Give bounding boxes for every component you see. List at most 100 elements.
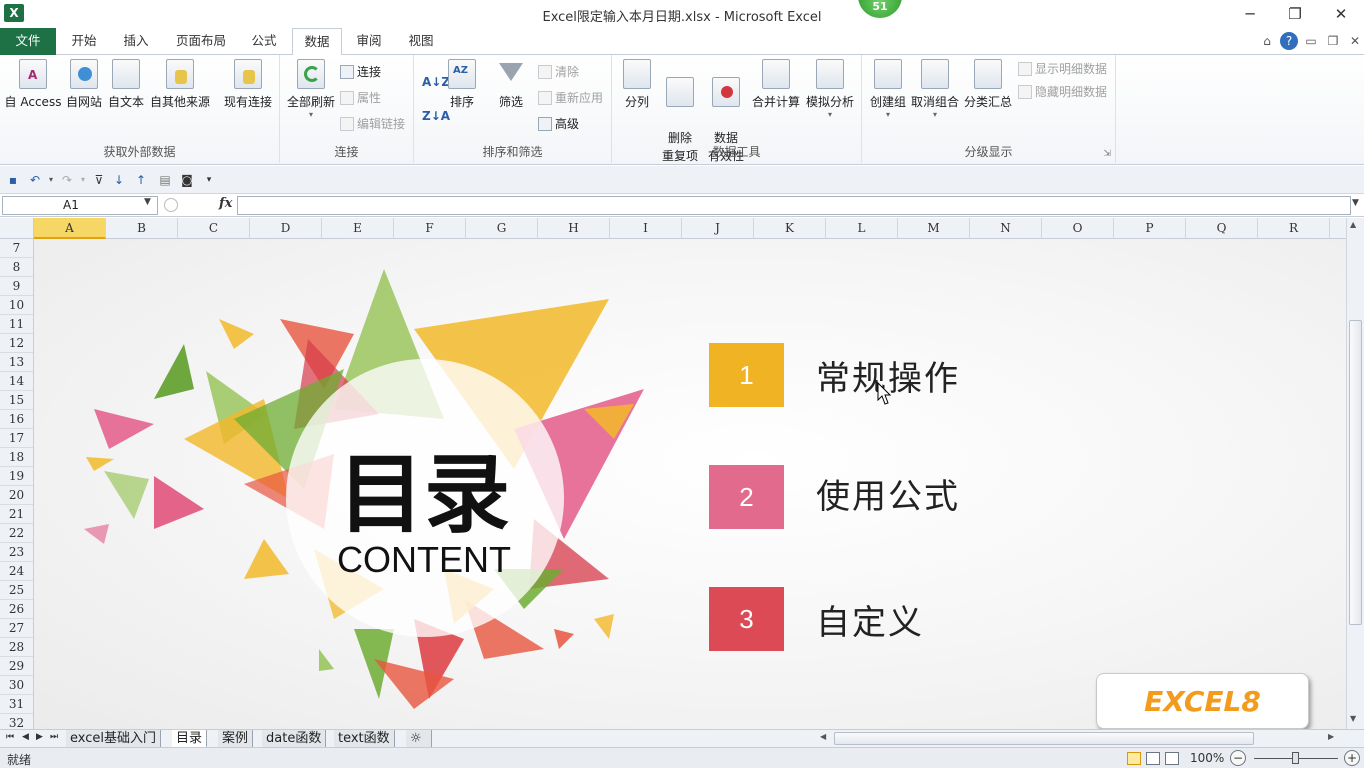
group-button[interactable]: 创建组 ▾ — [866, 59, 910, 119]
from-other-sources-button[interactable]: 自其他来源 — [148, 59, 212, 110]
subtotal-button[interactable]: 分类汇总 — [962, 59, 1014, 110]
undo-dropdown-icon[interactable]: ▾ — [44, 173, 58, 187]
column-header[interactable]: A — [34, 218, 106, 239]
next-sheet-icon[interactable]: ▶ — [36, 732, 43, 742]
tab-home[interactable]: 开始 — [60, 28, 108, 55]
zoom-slider-thumb[interactable] — [1292, 752, 1299, 764]
minimize-button[interactable]: ─ — [1236, 3, 1264, 25]
row-header[interactable]: 17 — [0, 429, 33, 448]
column-header[interactable]: N — [970, 218, 1042, 239]
row-header[interactable]: 22 — [0, 524, 33, 543]
filter-qat-icon[interactable]: ⊽ — [92, 173, 106, 187]
sort-asc-qat-icon[interactable]: ↓ — [112, 173, 126, 187]
row-header[interactable]: 20 — [0, 486, 33, 505]
from-access-button[interactable]: A 自 Access — [4, 59, 62, 110]
workbook-close-icon[interactable]: ✕ — [1346, 32, 1364, 50]
column-header[interactable]: K — [754, 218, 826, 239]
sort-button[interactable]: AZ 排序 — [444, 59, 480, 110]
sort-desc-qat-icon[interactable]: ↑ — [134, 173, 148, 187]
existing-connections-button[interactable]: 现有连接 — [220, 59, 276, 110]
scroll-left-icon[interactable]: ◀ — [820, 732, 826, 741]
zoom-out-icon[interactable]: − — [1230, 750, 1246, 766]
row-header[interactable]: 12 — [0, 334, 33, 353]
vertical-scrollbar[interactable]: ▲ ▼ — [1346, 218, 1364, 730]
page-layout-view-icon[interactable] — [1146, 752, 1160, 765]
column-header[interactable]: E — [322, 218, 394, 239]
row-header[interactable]: 28 — [0, 638, 33, 657]
what-if-dropdown-icon[interactable]: ▾ — [804, 110, 856, 119]
row-header[interactable]: 23 — [0, 543, 33, 562]
hide-detail-button[interactable]: 隐藏明细数据 — [1018, 83, 1107, 101]
column-header[interactable]: L — [826, 218, 898, 239]
edit-links-button[interactable]: 编辑链接 — [340, 115, 405, 133]
ungroup-button[interactable]: 取消组合 ▾ — [910, 59, 960, 119]
column-header[interactable]: H — [538, 218, 610, 239]
horizontal-scroll-thumb[interactable] — [834, 732, 1254, 745]
row-header[interactable]: 29 — [0, 657, 33, 676]
connections-button[interactable]: 连接 — [340, 63, 381, 81]
sheet-tab-cases[interactable]: 案例 — [218, 730, 254, 748]
ungroup-dropdown-icon[interactable]: ▾ — [910, 110, 960, 119]
filter-button[interactable]: 筛选 — [492, 59, 530, 110]
sheet-tab-toc[interactable]: 目录 — [172, 730, 208, 748]
row-header[interactable]: 26 — [0, 600, 33, 619]
sheet-canvas[interactable]: 目录 CONTENT 1 常规操作 2 使用公式 3 自定义 — [34, 239, 1346, 730]
properties-button[interactable]: 属性 — [340, 89, 381, 107]
help-icon[interactable]: ? — [1280, 32, 1298, 50]
workbook-minimize-icon[interactable]: ▭ — [1302, 32, 1320, 50]
name-box[interactable]: A1 — [2, 196, 158, 215]
row-header[interactable]: 16 — [0, 410, 33, 429]
row-header[interactable]: 31 — [0, 695, 33, 714]
row-header[interactable]: 7 — [0, 239, 33, 258]
tab-insert[interactable]: 插入 — [112, 28, 160, 55]
column-header[interactable]: B — [106, 218, 178, 239]
column-header[interactable]: F — [394, 218, 466, 239]
scroll-up-icon[interactable]: ▲ — [1350, 220, 1356, 229]
what-if-analysis-button[interactable]: 模拟分析 ▾ — [804, 59, 856, 119]
redo-dropdown-icon[interactable]: ▾ — [76, 173, 90, 187]
page-break-view-icon[interactable] — [1165, 752, 1179, 765]
column-header[interactable]: D — [250, 218, 322, 239]
row-header[interactable]: 18 — [0, 448, 33, 467]
consolidate-button[interactable]: 合并计算 — [750, 59, 802, 110]
insert-function-icon[interactable]: fx — [219, 196, 232, 211]
column-header[interactable]: P — [1114, 218, 1186, 239]
row-header[interactable]: 32 — [0, 714, 33, 730]
from-text-button[interactable]: 自文本 — [106, 59, 146, 110]
row-header[interactable]: 11 — [0, 315, 33, 334]
first-sheet-icon[interactable]: ⏮ — [6, 732, 14, 742]
row-header[interactable]: 24 — [0, 562, 33, 581]
scroll-down-icon[interactable]: ▼ — [1350, 714, 1356, 723]
select-all-corner[interactable] — [0, 218, 34, 239]
column-header[interactable]: J — [682, 218, 754, 239]
refresh-dropdown-icon[interactable]: ▾ — [284, 110, 338, 119]
sheet-tab-text[interactable]: text函数 — [334, 730, 395, 748]
row-header[interactable]: 27 — [0, 619, 33, 638]
sheet-tab-basics[interactable]: excel基础入门 — [66, 730, 161, 748]
tab-view[interactable]: 视图 — [398, 28, 444, 55]
formula-input[interactable] — [237, 196, 1351, 215]
row-header[interactable]: 13 — [0, 353, 33, 372]
column-header[interactable]: M — [898, 218, 970, 239]
print-preview-icon[interactable]: ▤ — [158, 173, 172, 187]
column-header[interactable]: C — [178, 218, 250, 239]
zoom-level[interactable]: 100% — [1190, 751, 1224, 765]
close-button[interactable]: ✕ — [1327, 3, 1355, 25]
redo-icon[interactable]: ↷ — [60, 173, 74, 187]
from-web-button[interactable]: 自网站 — [64, 59, 104, 110]
tab-file[interactable]: 文件 — [0, 28, 56, 55]
row-header[interactable]: 19 — [0, 467, 33, 486]
column-header[interactable]: I — [610, 218, 682, 239]
text-to-columns-button[interactable]: 分列 — [618, 59, 656, 110]
save-icon[interactable]: ▪ — [6, 173, 20, 187]
row-header[interactable]: 14 — [0, 372, 33, 391]
row-header[interactable]: 15 — [0, 391, 33, 410]
prev-sheet-icon[interactable]: ◀ — [22, 732, 29, 742]
row-header[interactable]: 9 — [0, 277, 33, 296]
collapse-ribbon-icon[interactable]: ⌂ — [1258, 32, 1276, 50]
show-detail-button[interactable]: 显示明细数据 — [1018, 60, 1107, 78]
column-header[interactable]: Q — [1186, 218, 1258, 239]
workbook-restore-icon[interactable]: ❐ — [1324, 32, 1342, 50]
restore-button[interactable]: ❐ — [1281, 3, 1309, 25]
customize-qat-icon[interactable]: ▾ — [202, 173, 216, 187]
